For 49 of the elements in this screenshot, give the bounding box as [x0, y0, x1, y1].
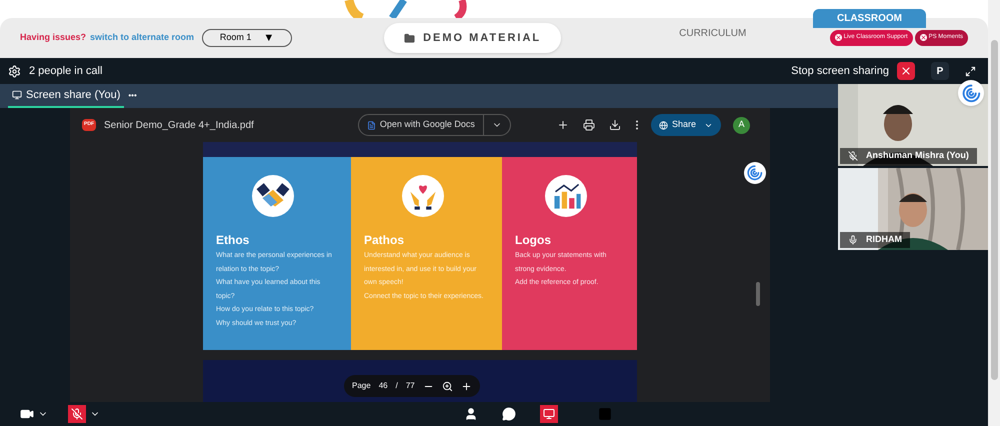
page-total: 77	[406, 380, 415, 392]
close-icon	[834, 34, 842, 41]
zoom-in-icon[interactable]	[460, 380, 472, 392]
people-count: 2 people in call	[29, 64, 102, 79]
participant-name: Anshuman Mishra (You)	[866, 149, 969, 162]
more-options[interactable]: •••	[128, 90, 137, 102]
handshake-icon	[252, 175, 294, 217]
page-label: Page	[352, 380, 371, 392]
column-title: Ethos	[216, 232, 250, 249]
file-name: Senior Demo_Grade 4+_India.pdf	[104, 118, 254, 132]
monitor-icon	[543, 408, 555, 420]
close-icon	[900, 65, 912, 77]
folder-icon	[404, 32, 416, 44]
room-select[interactable]: Room 1 ▼	[202, 29, 292, 47]
scrollbar-thumb[interactable]	[756, 282, 760, 306]
column-title: Pathos	[364, 232, 406, 249]
fullscreen-icon[interactable]	[965, 66, 976, 76]
column-title: Logos	[515, 232, 552, 249]
page-scrollbar[interactable]	[988, 0, 1000, 426]
zoom-icon[interactable]	[442, 380, 453, 392]
screen-share-button[interactable]	[540, 405, 558, 423]
issue-text: Having issues?	[20, 31, 86, 44]
heart-hands-icon	[402, 175, 444, 217]
camera-icon[interactable]	[20, 407, 34, 421]
participant-avatar-button[interactable]: P	[931, 62, 949, 80]
settings-icon[interactable]	[8, 64, 21, 78]
mic-button[interactable]	[68, 405, 86, 423]
stop-sharing-button[interactable]	[897, 62, 915, 80]
monitor-icon	[12, 90, 22, 100]
download-icon[interactable]	[608, 119, 621, 131]
close-icon	[920, 34, 927, 41]
globe-icon	[658, 120, 668, 130]
curriculum-tab[interactable]: CURRICULUM	[679, 26, 746, 40]
demo-material-button[interactable]: DEMO MATERIAL	[384, 23, 562, 53]
share-button[interactable]: Share	[650, 114, 721, 136]
print-icon[interactable]	[582, 119, 595, 131]
participant-name: RIDHAM	[866, 233, 902, 246]
classroom-tab[interactable]: CLASSROOM	[813, 8, 926, 28]
participants-icon[interactable]	[464, 407, 478, 421]
account-avatar[interactable]: A	[733, 116, 750, 134]
document-icon	[366, 120, 376, 130]
page-number-field[interactable]: 46	[378, 380, 388, 392]
add-shortcut-icon[interactable]	[556, 119, 569, 131]
mic-off-icon	[71, 408, 83, 420]
page-separator: /	[396, 380, 398, 392]
chat-icon[interactable]	[502, 407, 516, 421]
stop-sharing-label: Stop screen sharing	[791, 64, 889, 79]
chart-icon	[544, 175, 586, 217]
open-with-control[interactable]: Open with Google Docs	[358, 114, 511, 136]
